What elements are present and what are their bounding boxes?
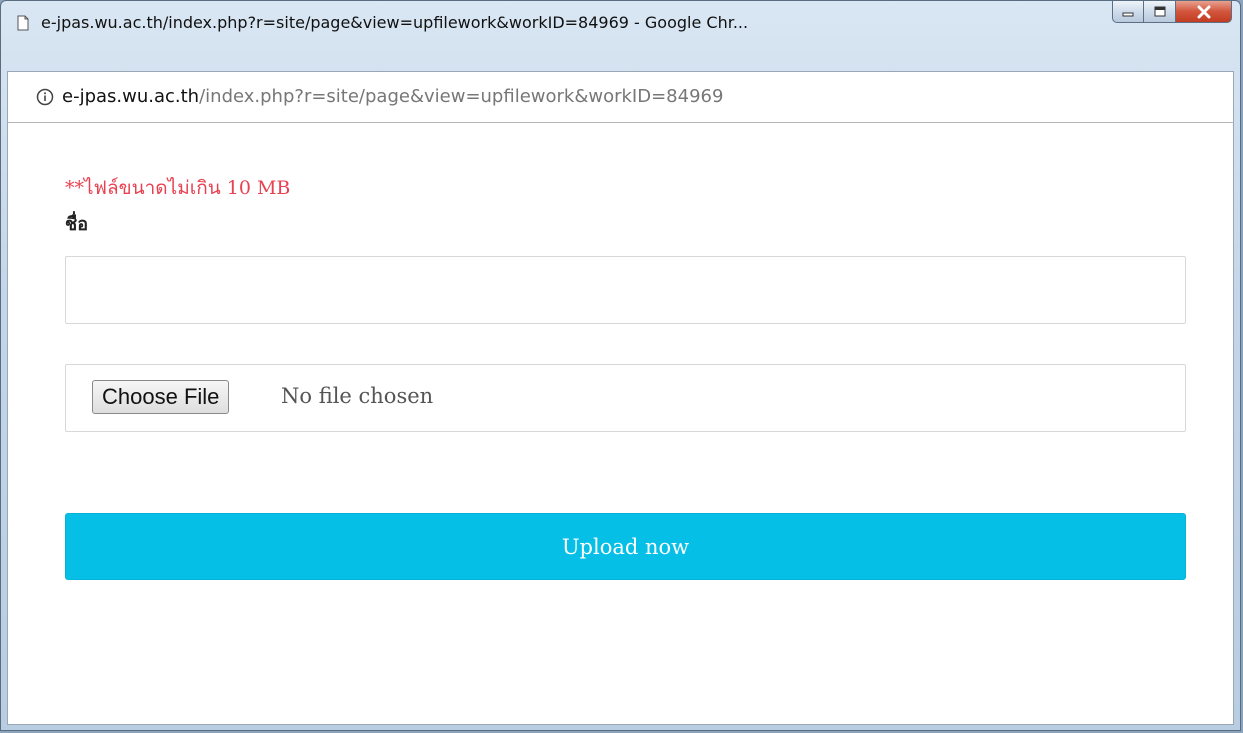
- no-file-chosen-text: No file chosen: [281, 384, 434, 408]
- url-path: /index.php?r=site/page&view=upfilework&w…: [199, 86, 724, 107]
- upload-now-button[interactable]: Upload now: [65, 513, 1186, 580]
- url-text[interactable]: e-jpas.wu.ac.th/index.php?r=site/page&vi…: [62, 86, 723, 107]
- file-size-note: **ไฟล์ขนาดไม่เกิน 10 MB: [65, 177, 291, 199]
- info-icon[interactable]: [36, 88, 54, 106]
- name-label: ชื่อ: [65, 214, 89, 235]
- file-input-box: Choose File No file chosen: [65, 364, 1186, 432]
- window-title: e-jpas.wu.ac.th/index.php?r=site/page&vi…: [41, 13, 749, 32]
- window-controls: [1112, 1, 1232, 25]
- title-bar[interactable]: e-jpas.wu.ac.th/index.php?r=site/page&vi…: [1, 1, 1240, 43]
- choose-file-button[interactable]: Choose File: [92, 380, 230, 414]
- page-content: **ไฟล์ขนาดไม่เกิน 10 MB ชื่อ Choose File…: [7, 123, 1234, 724]
- url-host: e-jpas.wu.ac.th: [62, 86, 200, 107]
- maximize-icon: [1154, 6, 1165, 16]
- name-input[interactable]: [65, 256, 1186, 324]
- minimize-button[interactable]: [1112, 1, 1144, 23]
- browser-popup-window: e-jpas.wu.ac.th/index.php?r=site/page&vi…: [0, 0, 1241, 731]
- close-button[interactable]: [1176, 1, 1232, 23]
- window-bottom-border: [7, 724, 1234, 725]
- address-bar[interactable]: e-jpas.wu.ac.th/index.php?r=site/page&vi…: [7, 71, 1234, 123]
- page-icon: [17, 15, 29, 31]
- close-icon: [1197, 5, 1210, 18]
- maximize-button[interactable]: [1144, 1, 1176, 23]
- minimize-icon: [1122, 12, 1134, 16]
